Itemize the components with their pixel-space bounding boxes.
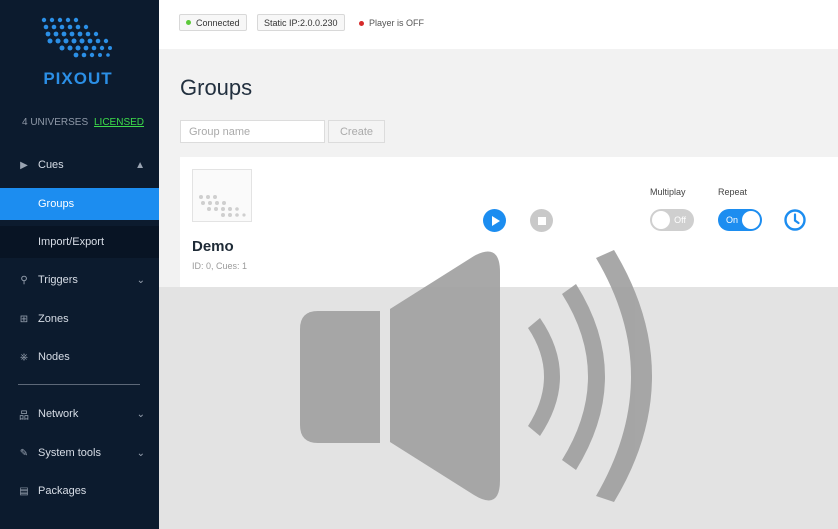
sidebar-item-groups[interactable]: Groups — [0, 188, 159, 220]
sidebar-item-import-export[interactable]: Import/Export — [0, 226, 159, 258]
sidebar-item-label: Cues — [38, 159, 64, 171]
link-icon: ⚲ — [20, 274, 28, 286]
repeat-label: Repeat — [718, 187, 748, 197]
caret-right-icon: ▶ — [20, 159, 28, 171]
network-icon: 品 — [19, 410, 29, 422]
package-icon: ▤ — [19, 485, 29, 497]
sidebar-item-system-tools[interactable]: ✎ System tools ⌄ — [0, 437, 159, 469]
sidebar-item-label: Import/Export — [38, 236, 105, 248]
player-status: Player is OFF — [359, 18, 424, 28]
static-ip-label: Static IP:2.0.0.230 — [264, 17, 338, 28]
multiplay-label: Multiplay — [650, 187, 686, 197]
sidebar-divider — [18, 384, 140, 385]
page-title: Groups — [180, 75, 253, 100]
chevron-down-icon: ⌄ — [136, 447, 145, 459]
sidebar-item-network[interactable]: 品 Network ⌄ — [0, 398, 159, 430]
repeat-state: On — [726, 215, 739, 225]
status-bar: Connected Static IP:2.0.0.230 Player is … — [159, 0, 838, 49]
sidebar-item-triggers[interactable]: ⚲ Triggers ⌄ — [0, 264, 159, 296]
stop-button[interactable] — [530, 209, 553, 232]
create-group-button[interactable]: Create — [328, 120, 385, 143]
sidebar-item-label: Triggers — [38, 274, 78, 286]
multiplay-state: Off — [674, 215, 686, 225]
player-status-label: Player is OFF — [369, 18, 425, 28]
pixout-logo: PIXOUT — [28, 12, 128, 90]
status-dot-icon — [186, 20, 191, 25]
logo-text: PIXOUT — [43, 69, 113, 88]
chevron-down-icon: ⌄ — [136, 408, 145, 420]
chevron-down-icon: ⌄ — [136, 274, 145, 286]
logo-dots-icon — [41, 17, 112, 58]
universes-count: 4 UNIVERSES — [22, 117, 89, 128]
sidebar-item-label: System tools — [38, 447, 101, 459]
sidebar-item-label: Packages — [38, 485, 87, 497]
schedule-clock-icon[interactable] — [783, 208, 807, 232]
play-button[interactable] — [483, 209, 506, 232]
sidebar-item-label: Zones — [38, 313, 69, 325]
sidebar-item-nodes[interactable]: ⎈ Nodes — [0, 341, 159, 373]
sidebar-item-label: Nodes — [38, 351, 70, 363]
connection-status-badge: Connected — [179, 14, 247, 31]
speaker-volume-icon — [300, 250, 652, 502]
node-icon: ⎈ — [20, 351, 28, 363]
sidebar-item-packages[interactable]: ▤ Packages — [0, 475, 159, 507]
wrench-icon: ✎ — [19, 447, 29, 459]
sidebar-item-label: Network — [38, 408, 79, 420]
sidebar-item-label: Groups — [38, 198, 75, 210]
group-thumbnail — [192, 169, 252, 222]
chevron-up-icon: ▲ — [135, 159, 145, 171]
group-name-input[interactable] — [180, 120, 325, 143]
license-link[interactable]: LICENSED — [94, 117, 144, 128]
multiplay-toggle[interactable]: Off — [650, 209, 694, 231]
grid-icon: ⊞ — [19, 313, 29, 325]
sidebar: PIXOUT 4 UNIVERSES LICENSED ▶ Cues ▲ Gro… — [0, 0, 159, 529]
repeat-toggle[interactable]: On — [718, 209, 762, 231]
group-name: Demo — [192, 238, 234, 255]
sidebar-item-zones[interactable]: ⊞ Zones — [0, 303, 159, 335]
sidebar-item-cues[interactable]: ▶ Cues ▲ — [0, 149, 159, 181]
static-ip-badge: Static IP:2.0.0.230 — [257, 14, 345, 31]
player-status-dot-icon — [359, 20, 364, 26]
group-meta: ID: 0, Cues: 1 — [192, 261, 248, 271]
connection-status-label: Connected — [196, 17, 240, 28]
thumbnail-dots-icon — [199, 195, 246, 217]
